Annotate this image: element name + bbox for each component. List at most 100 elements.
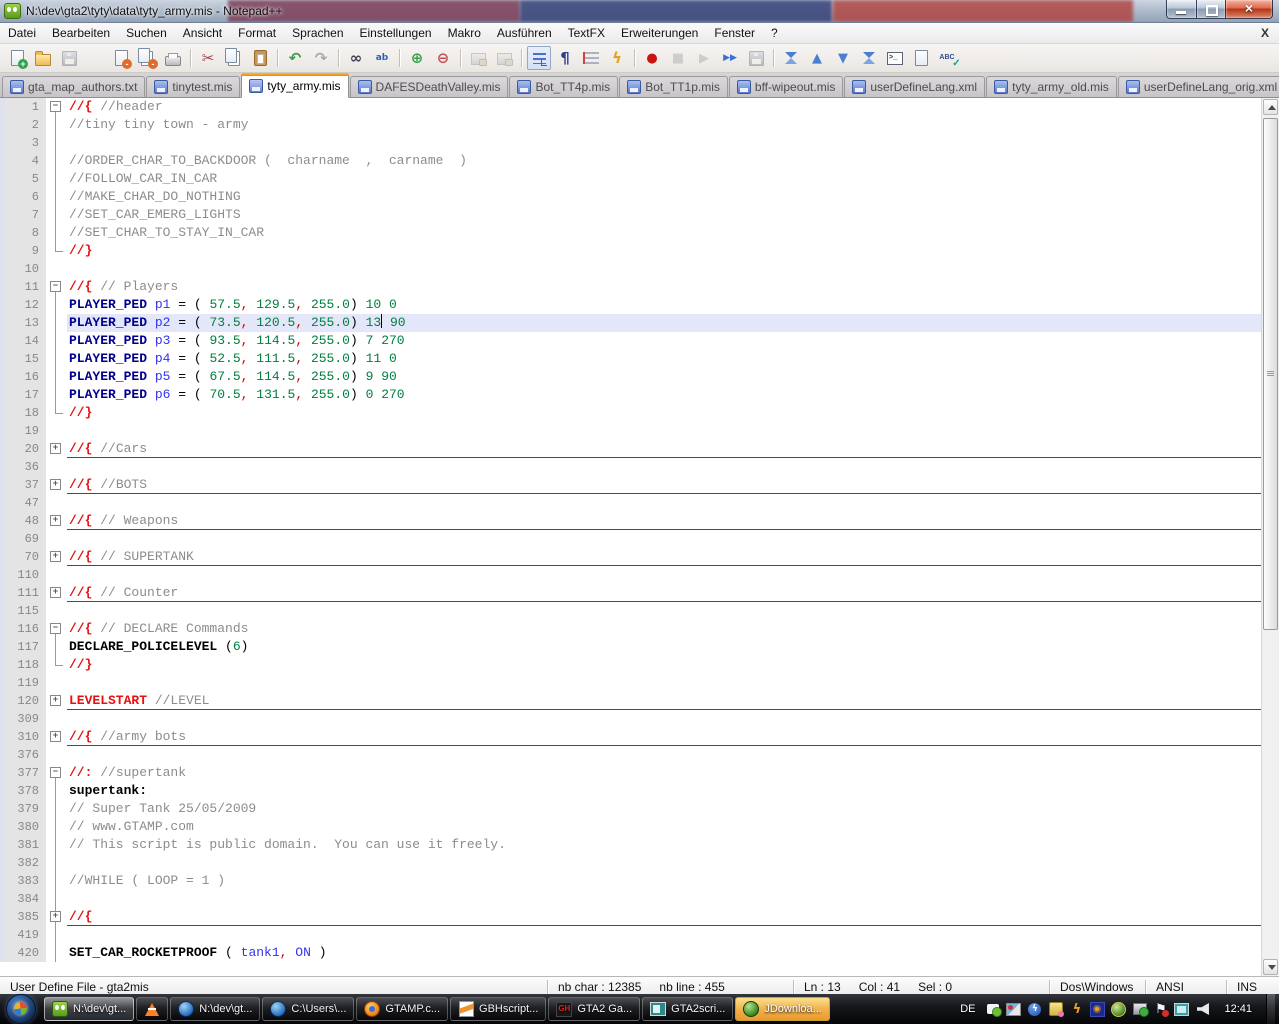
code-text[interactable]	[67, 422, 1261, 440]
console-button[interactable]	[883, 46, 907, 70]
code-text[interactable]: // This script is public domain. You can…	[67, 836, 1261, 854]
code-text[interactable]	[67, 926, 1261, 944]
spell-check-button[interactable]: ABC	[935, 46, 959, 70]
record-macro-button[interactable]: ●	[640, 46, 664, 70]
taskbar-button-vlc[interactable]	[136, 997, 168, 1021]
language-indicator[interactable]: DE	[956, 1003, 979, 1015]
screen-capture-tray-icon[interactable]	[1174, 1002, 1189, 1017]
vertical-scrollbar[interactable]	[1261, 98, 1279, 976]
function-completion-button[interactable]: ϟ	[605, 46, 629, 70]
code-text[interactable]: // www.GTAMP.com	[67, 818, 1261, 836]
code-text[interactable]	[67, 566, 1261, 584]
code-text[interactable]: //MAKE_CHAR_DO_NOTHING	[67, 188, 1261, 206]
menu-ausf-hren[interactable]: Ausführen	[489, 23, 560, 43]
print-button[interactable]	[161, 46, 185, 70]
code-text[interactable]: //{ // DECLARE Commands	[67, 620, 1261, 638]
code-text[interactable]	[67, 494, 1261, 512]
code-text[interactable]: //{ // Weapons	[67, 512, 1261, 530]
textfx-down-button[interactable]: ▼	[831, 46, 855, 70]
code-text[interactable]: LEVELSTART //LEVEL	[67, 692, 1261, 710]
code-text[interactable]: //tiny tiny town - army	[67, 116, 1261, 134]
code-text[interactable]: PLAYER_PED p2 = ( 73.5, 120.5, 255.0) 13…	[67, 314, 1261, 332]
show-all-characters-button[interactable]: ¶	[553, 46, 577, 70]
zoom-in-button[interactable]: ⊕	[405, 46, 429, 70]
fold-marker-collapsed[interactable]: +	[46, 908, 67, 926]
close-button[interactable]	[1225, 0, 1273, 19]
code-text[interactable]	[67, 458, 1261, 476]
taskbar-button-n-dev-gt[interactable]: N:\dev\gt...	[44, 997, 134, 1021]
tab-tyty-army-old-mis[interactable]: tyty_army_old.mis	[986, 76, 1117, 97]
code-text[interactable]: //SET_CHAR_TO_STAY_IN_CAR	[67, 224, 1261, 242]
code-text[interactable]	[67, 530, 1261, 548]
word-wrap-button[interactable]	[527, 46, 551, 70]
replace-button[interactable]: ab	[370, 46, 394, 70]
tab-tyty-army-mis[interactable]: tyty_army.mis	[241, 73, 348, 98]
wireless-tray-icon[interactable]	[1090, 1002, 1105, 1017]
volume-tray-icon[interactable]	[1195, 1002, 1210, 1017]
taskbar-clock[interactable]: 12:41	[1216, 1003, 1260, 1015]
cut-button[interactable]: ✂	[196, 46, 220, 70]
scrollbar-thumb[interactable]	[1263, 118, 1278, 630]
code-text[interactable]: //FOLLOW_CAR_IN_CAR	[67, 170, 1261, 188]
show-desktop-button[interactable]	[1266, 994, 1275, 1024]
code-text[interactable]: //WHILE ( LOOP = 1 )	[67, 872, 1261, 890]
code-text[interactable]: // Super Tank 25/05/2009	[67, 800, 1261, 818]
code-text[interactable]: //}	[67, 656, 1261, 674]
code-text[interactable]	[67, 260, 1261, 278]
menu-suchen[interactable]: Suchen	[118, 23, 175, 43]
messenger-tray-icon[interactable]	[985, 1002, 1000, 1017]
fold-marker-expanded[interactable]: −	[46, 98, 67, 116]
run-macro-multiple-button[interactable]: ▶▶	[718, 46, 742, 70]
code-text[interactable]: //{ //BOTS	[67, 476, 1261, 494]
tab-bff-wipeout-mis[interactable]: bff-wipeout.mis	[729, 76, 843, 97]
code-text[interactable]: //: //supertank	[67, 764, 1261, 782]
code-text[interactable]: PLAYER_PED p1 = ( 57.5, 129.5, 255.0) 10…	[67, 296, 1261, 314]
menu-format[interactable]: Format	[230, 23, 284, 43]
redo-button[interactable]: ↷	[309, 46, 333, 70]
code-text[interactable]: //{ //Cars	[67, 440, 1261, 458]
open-file-button[interactable]	[31, 46, 55, 70]
fold-marker-collapsed[interactable]: +	[46, 476, 67, 494]
textfx-up-button[interactable]: ▲	[805, 46, 829, 70]
code-text[interactable]: //SET_CAR_EMERG_LIGHTS	[67, 206, 1261, 224]
code-text[interactable]: //{ //header	[67, 98, 1261, 116]
disk-tray-icon[interactable]	[1048, 1002, 1063, 1017]
textfx-expand-button[interactable]	[857, 46, 881, 70]
menu-help[interactable]: ?	[763, 23, 786, 43]
code-text[interactable]: SET_CAR_ROCKETPROOF ( tank1, ON )	[67, 944, 1261, 962]
taskbar-button-gta2scri[interactable]: GTA2scri...	[642, 997, 733, 1021]
action-center-flag-tray-icon[interactable]: ⚑	[1153, 1002, 1168, 1017]
taskbar-button-gtamp-c[interactable]: GTAMP.c...	[356, 997, 448, 1021]
menu-ansicht[interactable]: Ansicht	[175, 23, 230, 43]
indent-guide-button[interactable]	[579, 46, 603, 70]
code-text[interactable]: //{ // Counter	[67, 584, 1261, 602]
code-text[interactable]	[67, 134, 1261, 152]
menu-bearbeiten[interactable]: Bearbeiten	[44, 23, 118, 43]
code-text[interactable]: //{ // Players	[67, 278, 1261, 296]
scroll-up-arrow[interactable]	[1263, 99, 1278, 115]
code-text[interactable]: DECLARE_POLICELEVEL (6)	[67, 638, 1261, 656]
fold-marker-collapsed[interactable]: +	[46, 512, 67, 530]
code-text[interactable]	[67, 890, 1261, 908]
fold-marker-collapsed[interactable]: +	[46, 692, 67, 710]
tab-userdefinelang-orig-xml[interactable]: userDefineLang_orig.xml	[1118, 76, 1279, 97]
code-text[interactable]	[67, 854, 1261, 872]
tab-userdefinelang-xml[interactable]: userDefineLang.xml	[844, 76, 985, 97]
code-text[interactable]: //}	[67, 404, 1261, 422]
fold-marker-collapsed[interactable]: +	[46, 728, 67, 746]
close-all-button[interactable]: -	[135, 46, 159, 70]
code-text[interactable]	[67, 710, 1261, 728]
taskbar-button-gbhscript[interactable]: GBHscript...	[450, 997, 546, 1021]
textfx-collapse-button[interactable]	[779, 46, 803, 70]
fold-marker-expanded[interactable]: −	[46, 620, 67, 638]
menu-textfx[interactable]: TextFX	[560, 23, 613, 43]
tab-dafesdeathvalley-mis[interactable]: DAFESDeathValley.mis	[350, 76, 509, 97]
code-text[interactable]: //ORDER_CHAR_TO_BACKDOOR ( charname , ca…	[67, 152, 1261, 170]
close-document-x[interactable]: X	[1251, 26, 1279, 40]
close-file-button[interactable]: -	[109, 46, 133, 70]
flash-tray-icon[interactable]: ϟ	[1027, 1002, 1042, 1017]
code-text[interactable]	[67, 602, 1261, 620]
tab-tinytest-mis[interactable]: tinytest.mis	[146, 76, 240, 97]
fold-marker-collapsed[interactable]: +	[46, 548, 67, 566]
menu-datei[interactable]: Datei	[0, 23, 44, 43]
